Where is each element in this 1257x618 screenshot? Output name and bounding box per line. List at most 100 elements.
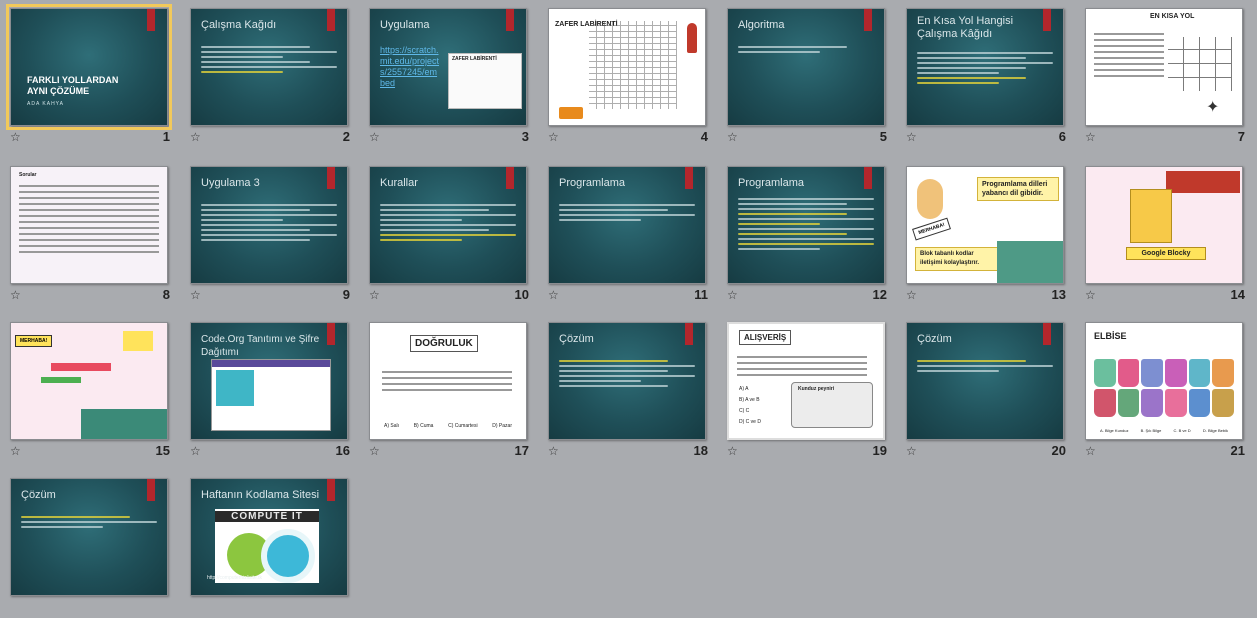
slide-preview[interactable]: Uygulama https://scratch.mit.edu/project… bbox=[369, 8, 527, 126]
scratch-link[interactable]: https://scratch.mit.edu/projects/2557245… bbox=[380, 45, 440, 89]
slide-number: 12 bbox=[872, 287, 887, 302]
transition-star-icon[interactable]: ☆ bbox=[369, 445, 380, 457]
slide-preview[interactable]: Sorular bbox=[10, 166, 168, 284]
slide-number: 17 bbox=[514, 443, 529, 458]
transition-star-icon[interactable]: ☆ bbox=[10, 445, 21, 457]
transition-star-icon[interactable]: ☆ bbox=[727, 131, 738, 143]
slide-preview[interactable]: Çözüm bbox=[906, 322, 1064, 440]
slide-title: ELBİSE bbox=[1094, 331, 1127, 341]
transition-star-icon[interactable]: ☆ bbox=[10, 289, 21, 301]
transition-star-icon[interactable]: ☆ bbox=[906, 131, 917, 143]
slide-preview[interactable]: Programlama dilleri yabancı dil gibidir.… bbox=[906, 166, 1064, 284]
bullet-lines bbox=[559, 201, 695, 224]
transition-star-icon[interactable]: ☆ bbox=[1085, 289, 1096, 301]
slide-preview[interactable]: Çözüm bbox=[548, 322, 706, 440]
transition-star-icon[interactable]: ☆ bbox=[548, 289, 559, 301]
bullet-lines bbox=[738, 195, 874, 253]
transition-star-icon[interactable]: ☆ bbox=[1085, 445, 1096, 457]
slide-thumbnail-9[interactable]: Uygulama 3 ☆ 9 bbox=[190, 166, 350, 306]
text-lines bbox=[737, 352, 867, 380]
speech-banner: Programlama dilleri yabancı dil gibidir. bbox=[977, 177, 1059, 201]
slide-number: 7 bbox=[1237, 129, 1245, 144]
transition-star-icon[interactable]: ☆ bbox=[1085, 131, 1096, 143]
slide-preview[interactable]: Haftanın Kodlama Sitesi COMPUTE IT http:… bbox=[190, 478, 348, 596]
slide-preview[interactable]: ELBİSE A. Bilge Kunduz B. Şık Bilge C. B v… bbox=[1085, 322, 1243, 440]
info-box bbox=[1166, 171, 1240, 193]
site-url[interactable]: http://computerhizlisite.tk bbox=[207, 575, 262, 581]
transition-star-icon[interactable]: ☆ bbox=[369, 131, 380, 143]
slide-preview[interactable]: En Kısa Yol Hangisi Çalışma Kâğıdı bbox=[906, 8, 1064, 126]
slide-title: Code.Org Tanıtımı ve Şifre Dağıtımı bbox=[201, 334, 320, 358]
slide-title: Çalışma Kağıdı bbox=[201, 19, 277, 31]
red-marker bbox=[147, 9, 155, 31]
slide-preview[interactable]: Programlama bbox=[548, 166, 706, 284]
slide-preview[interactable]: Çalışma Kağıdı bbox=[190, 8, 348, 126]
slide-thumbnail-11[interactable]: Programlama ☆ 11 bbox=[548, 166, 708, 306]
slide-thumbnail-4[interactable]: ZAFER LABİRENTİ ☆ 4 bbox=[548, 8, 708, 148]
transition-star-icon[interactable]: ☆ bbox=[548, 445, 559, 457]
color-bar bbox=[51, 363, 111, 371]
transition-star-icon[interactable]: ☆ bbox=[190, 445, 201, 457]
slide-thumbnail-8[interactable]: Sorular ☆ 8 bbox=[10, 166, 170, 306]
slide-thumbnail-12[interactable]: Programlama ☆ 12 bbox=[727, 166, 887, 306]
slide-thumbnail-21[interactable]: ELBİSE A. Bilge Kunduz B. Şık Bilge C. B v… bbox=[1085, 322, 1245, 462]
slide-number: 3 bbox=[521, 129, 529, 144]
transition-star-icon[interactable]: ☆ bbox=[906, 445, 917, 457]
slide-preview[interactable]: Çözüm bbox=[10, 478, 168, 596]
slide-preview[interactable]: FARKLI YOLLARDAN AYNI ÇÖZÜME ADA KAHYA bbox=[6, 4, 172, 130]
slide-thumbnail-18[interactable]: Çözüm ☆ 18 bbox=[548, 322, 708, 462]
red-marker bbox=[327, 167, 335, 189]
transition-star-icon[interactable]: ☆ bbox=[727, 289, 738, 301]
blocks-panel bbox=[1130, 189, 1172, 243]
slide-preview[interactable]: Code.Org Tanıtımı ve Şifre Dağıtımı bbox=[190, 322, 348, 440]
slide-thumbnail-7[interactable]: EN KISA YOL ✦ ☆ 7 bbox=[1085, 8, 1245, 148]
transition-star-icon[interactable]: ☆ bbox=[190, 289, 201, 301]
slide-preview[interactable]: ZAFER LABİRENTİ bbox=[548, 8, 706, 126]
slide-preview[interactable]: EN KISA YOL ✦ bbox=[1085, 8, 1243, 126]
slide-thumbnail-16[interactable]: Code.Org Tanıtımı ve Şifre Dağıtımı ☆ 16 bbox=[190, 322, 350, 462]
transition-star-icon[interactable]: ☆ bbox=[906, 289, 917, 301]
slide-number: 1 bbox=[162, 129, 170, 144]
slide-thumbnail-15[interactable]: MERHABA! ☆ 15 bbox=[10, 322, 170, 462]
slide-preview[interactable]: Algoritma bbox=[727, 8, 885, 126]
slide-preview[interactable]: Uygulama 3 bbox=[190, 166, 348, 284]
slide-preview[interactable]: Programlama bbox=[727, 166, 885, 284]
slide-number: 5 bbox=[879, 129, 887, 144]
slide-thumbnail-6[interactable]: En Kısa Yol Hangisi Çalışma Kâğıdı ☆ 6 bbox=[906, 8, 1066, 148]
slide-title: DOĞRULUK bbox=[410, 335, 478, 352]
slide-preview[interactable]: Kurallar bbox=[369, 166, 527, 284]
slide-thumbnail-23[interactable]: Haftanın Kodlama Sitesi COMPUTE IT http:… bbox=[190, 478, 350, 618]
slide-thumbnail-19[interactable]: ALIŞVERİŞ A) A B) A ve B C) C D) C ve D Kun… bbox=[727, 322, 887, 462]
slide-preview[interactable]: ALIŞVERİŞ A) A B) A ve B C) C D) C ve D Kun… bbox=[727, 322, 885, 440]
slide-thumbnail-3[interactable]: Uygulama https://scratch.mit.edu/project… bbox=[369, 8, 529, 148]
transition-star-icon[interactable]: ☆ bbox=[727, 445, 738, 457]
slide-preview[interactable]: MERHABA! bbox=[10, 322, 168, 440]
slide-title: EN KISA YOL bbox=[1150, 13, 1195, 20]
transition-star-icon[interactable]: ☆ bbox=[10, 131, 21, 143]
slide-thumbnail-10[interactable]: Kurallar ☆ 10 bbox=[369, 166, 529, 306]
slide-preview[interactable]: Google Blocky bbox=[1085, 166, 1243, 284]
color-bar bbox=[41, 377, 81, 383]
slide-title: Programlama bbox=[559, 177, 626, 189]
answer-options: A. Bilge Kunduz B. Şık Bilge C. B ve D D. B… bbox=[1100, 428, 1228, 433]
slide-thumbnail-13[interactable]: Programlama dilleri yabancı dil gibidir.… bbox=[906, 166, 1066, 306]
slide-thumbnail-5[interactable]: Algoritma ☆ 5 bbox=[727, 8, 887, 148]
transition-star-icon[interactable]: ☆ bbox=[369, 289, 380, 301]
slide-thumbnail-20[interactable]: Çözüm ☆ 20 bbox=[906, 322, 1066, 462]
transition-star-icon[interactable]: ☆ bbox=[190, 131, 201, 143]
slide-thumbnail-17[interactable]: DOĞRULUK A) Salı B) Cuma C) Cumartesi D) Pa… bbox=[369, 322, 529, 462]
slide-preview[interactable]: DOĞRULUK A) Salı B) Cuma C) Cumartesi D) Pa… bbox=[369, 322, 527, 440]
slide-subtitle: ADA KAHYA bbox=[27, 101, 64, 107]
bullet-lines bbox=[917, 357, 1053, 375]
red-marker bbox=[864, 167, 872, 189]
slide-thumbnail-2[interactable]: Çalışma Kağıdı ☆ 2 bbox=[190, 8, 350, 148]
slide-thumbnail-22[interactable]: Çözüm bbox=[10, 478, 170, 618]
text-lines bbox=[19, 181, 159, 257]
slide-title: Kurallar bbox=[380, 177, 418, 189]
slide-title: Sorular bbox=[19, 172, 37, 178]
slide-thumbnail-1[interactable]: FARKLI YOLLARDAN AYNI ÇÖZÜME ADA KAHYA ☆… bbox=[6, 4, 172, 148]
slide-thumbnail-14[interactable]: Google Blocky ☆ 14 bbox=[1085, 166, 1245, 306]
slide-number: 2 bbox=[342, 129, 350, 144]
transition-star-icon[interactable]: ☆ bbox=[548, 131, 559, 143]
slide-title: Programlama bbox=[738, 177, 805, 189]
